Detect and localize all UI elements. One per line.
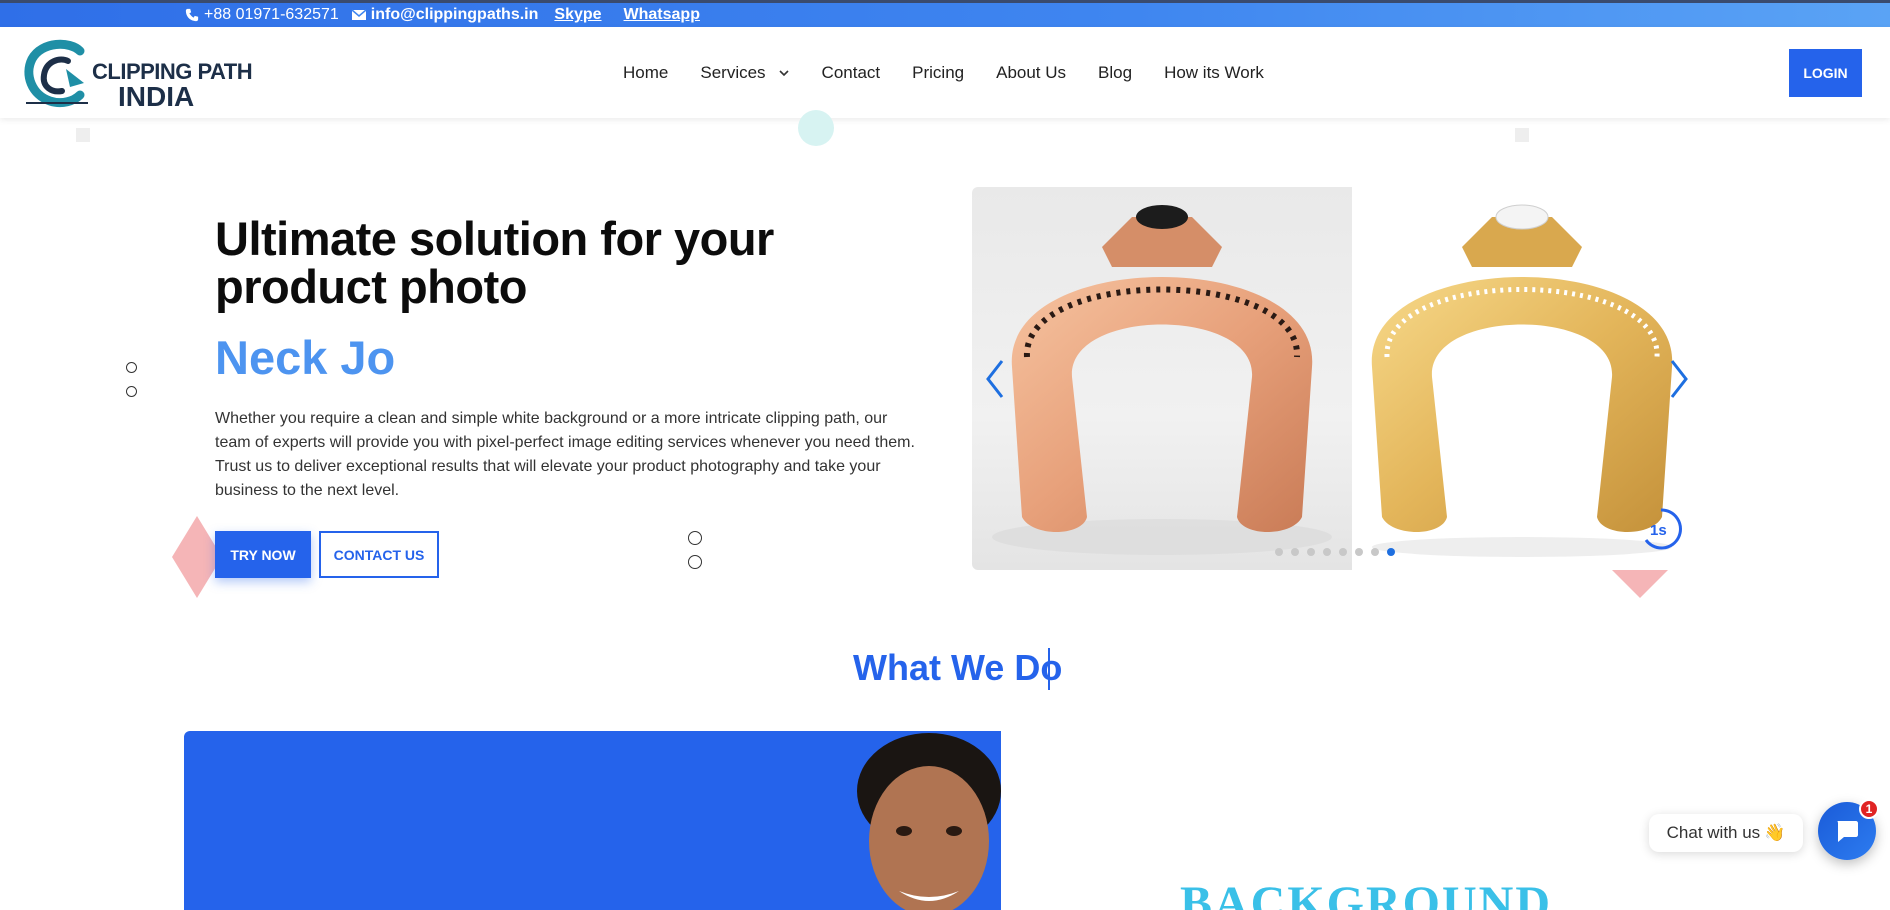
site-header: CLIPPING PATH INDIA Home Services Contac… — [0, 27, 1890, 118]
rose-gold-ring-image — [992, 205, 1332, 555]
text-caret — [1048, 648, 1050, 690]
nav-home[interactable]: Home — [623, 63, 668, 83]
decor-ring-4 — [688, 555, 702, 569]
try-now-button[interactable]: TRY NOW — [215, 531, 311, 578]
slider-dot-2[interactable] — [1291, 548, 1299, 556]
chevron-down-icon — [778, 69, 789, 76]
decor-ring-1 — [126, 362, 137, 373]
decor-pink-triangle — [1612, 570, 1668, 598]
chat-label: Chat with us — [1666, 823, 1761, 842]
email-item[interactable]: info@clippingpaths.in — [351, 6, 539, 24]
logo[interactable]: CLIPPING PATH INDIA — [22, 39, 272, 112]
nav-services-label: Services — [700, 62, 766, 82]
slider-dot-5[interactable] — [1339, 548, 1347, 556]
slider-dot-3[interactable] — [1307, 548, 1315, 556]
decor-square-left — [76, 128, 90, 142]
nav-blog[interactable]: Blog — [1098, 63, 1132, 83]
contact-us-button[interactable]: CONTACT US — [319, 531, 439, 578]
nav-pricing[interactable]: Pricing — [912, 63, 964, 83]
hero-description: Whether you require a clean and simple w… — [215, 410, 915, 499]
decor-circle-teal — [798, 110, 834, 146]
hero-title: Ultimate solution for your product photo — [215, 212, 774, 313]
slider-prev-arrow-icon[interactable] — [982, 357, 1008, 401]
waving-hand-icon: 👋 — [1764, 823, 1786, 842]
person-photo — [857, 733, 1001, 910]
section-title: What We Do — [853, 647, 1063, 688]
logo-text: CLIPPING PATH INDIA — [92, 59, 253, 112]
slider-dot-8[interactable] — [1387, 548, 1395, 556]
phone-number: +88 01971-632571 — [204, 6, 339, 23]
page: +88 01971-632571 info@clippingpaths.in S… — [0, 0, 1890, 910]
nav-how-its-work[interactable]: How its Work — [1164, 63, 1264, 83]
envelope-icon — [351, 9, 367, 20]
slider-pagination — [1275, 548, 1395, 556]
hero-typed-text: Neck Jo — [215, 331, 396, 384]
decor-ring-2 — [126, 386, 137, 397]
slider-dot-7[interactable] — [1371, 548, 1379, 556]
logo-line-1: CLIPPING PATH — [92, 59, 253, 84]
chat-icon — [1837, 821, 1858, 842]
image-slider[interactable] — [972, 187, 1690, 570]
phone-item[interactable]: +88 01971-632571 — [184, 6, 339, 24]
decor-ring-3 — [688, 531, 702, 545]
nav-about-us[interactable]: About Us — [996, 63, 1066, 83]
decor-square-right — [1515, 128, 1529, 142]
background-heading: BACKGROUND — [1180, 877, 1553, 910]
email-address: info@clippingpaths.in — [370, 6, 539, 23]
slider-dot-6[interactable] — [1355, 548, 1363, 556]
whatsapp-link[interactable]: Whatsapp — [624, 6, 700, 24]
slide-rose-gold-ring — [972, 187, 1352, 570]
main-nav: Home Services Contact Pricing About Us B… — [623, 27, 1264, 118]
login-button[interactable]: LOGIN — [1789, 49, 1862, 97]
slider-dot-1[interactable] — [1275, 548, 1283, 556]
top-contact-bar: +88 01971-632571 info@clippingpaths.in S… — [0, 0, 1890, 27]
chat-bubble[interactable]: Chat with us 👋 — [1649, 814, 1803, 852]
logo-line-2: INDIA — [118, 81, 195, 112]
autoplay-timer-label: 1s — [1650, 522, 1667, 539]
nav-contact[interactable]: Contact — [822, 63, 881, 83]
service-panel — [184, 731, 1001, 910]
logo-mark-icon — [24, 39, 88, 108]
nav-services[interactable]: Services — [700, 63, 789, 83]
chat-unread-badge: 1 — [1859, 799, 1879, 819]
phone-icon — [185, 8, 199, 22]
slider-dot-4[interactable] — [1323, 548, 1331, 556]
slider-next-arrow-icon[interactable] — [1666, 357, 1690, 401]
skype-link[interactable]: Skype — [554, 6, 601, 24]
